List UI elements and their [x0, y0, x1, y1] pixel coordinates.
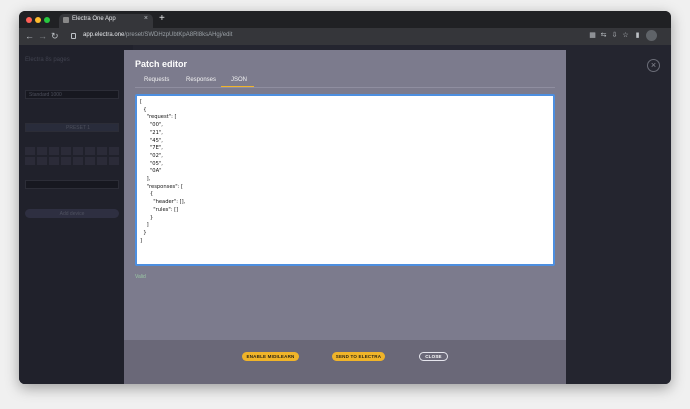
send-to-electra-button[interactable]: SEND TO ELECTRA: [332, 352, 385, 361]
url-text[interactable]: app.electra.one/preset/SWDHzpUbtKpA8Rl8k…: [83, 32, 232, 38]
json-editor[interactable]: [ { "request": [ "00", "21", "45", "7E",…: [135, 94, 555, 266]
browser-window: Electra One App × + ← → ↻ app.electra.on…: [19, 11, 671, 384]
share-icon[interactable]: ⇆: [600, 32, 607, 39]
qr-code-icon[interactable]: ▦: [589, 32, 596, 39]
window-maximize-button[interactable]: [44, 17, 50, 23]
reload-button[interactable]: ↻: [51, 31, 59, 41]
tab-bar: Electra One App × +: [19, 11, 671, 28]
address-bar[interactable]: app.electra.one/preset/SWDHzpUbtKpA8Rl8k…: [71, 31, 591, 42]
overlay-close-icon[interactable]: ×: [647, 59, 660, 72]
json-editor-text[interactable]: [ { "request": [ "00", "21", "45", "7E",…: [140, 99, 185, 245]
favicon-icon: [63, 17, 69, 23]
tabs-divider: [135, 87, 555, 88]
tab-title: Electra One App: [72, 16, 116, 22]
back-button[interactable]: ←: [25, 31, 34, 41]
enable-midilearn-button[interactable]: ENABLE MIDILEARN: [242, 352, 299, 361]
patch-editor-modal: Patch editor Requests Responses JSON [ {…: [124, 50, 566, 384]
lock-icon: [71, 33, 76, 39]
sidebar-icon[interactable]: ▮: [634, 32, 641, 39]
profile-icon[interactable]: [646, 30, 657, 41]
new-tab-button[interactable]: +: [159, 13, 165, 24]
tab-json[interactable]: JSON: [231, 77, 247, 83]
active-tab-indicator: [221, 86, 254, 87]
star-icon[interactable]: ☆: [622, 32, 629, 39]
modal-footer: ENABLE MIDILEARN SEND TO ELECTRA CLOSE: [124, 340, 566, 384]
forward-button[interactable]: →: [38, 31, 47, 41]
window-minimize-button[interactable]: [35, 17, 41, 23]
browser-toolbar: ← → ↻ app.electra.one/preset/SWDHzpUbtKp…: [19, 28, 671, 45]
window-close-button[interactable]: [26, 17, 32, 23]
download-icon[interactable]: ⇩: [611, 32, 618, 39]
browser-tab[interactable]: Electra One App ×: [59, 14, 153, 28]
validation-status: Valid: [135, 274, 146, 280]
page-content: Electra 8s pages Standard 1000 PRESET 1: [19, 45, 671, 384]
modal-title: Patch editor: [135, 59, 188, 69]
tab-responses[interactable]: Responses: [186, 77, 216, 83]
tab-close-icon[interactable]: ×: [144, 15, 148, 22]
tab-requests[interactable]: Requests: [144, 77, 169, 83]
close-button[interactable]: CLOSE: [419, 352, 448, 361]
